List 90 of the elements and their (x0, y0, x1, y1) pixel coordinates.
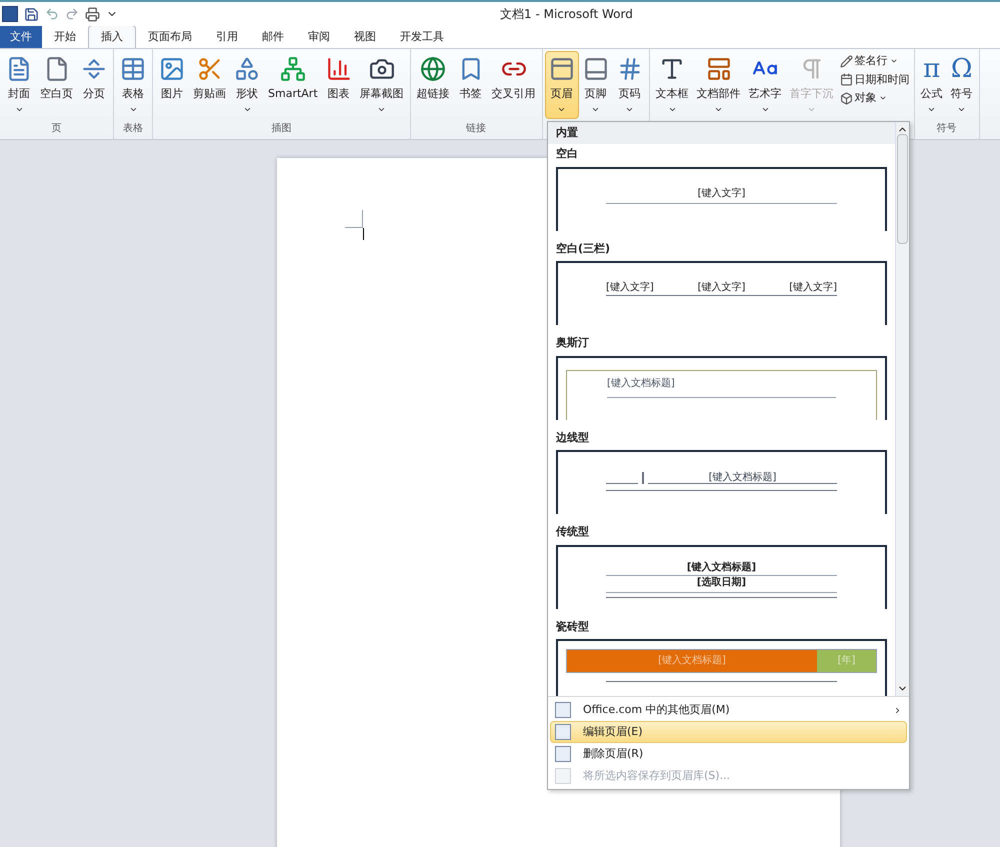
group-label: 链接 (465, 122, 488, 136)
menu-item[interactable]: Office.com 中的其他页眉(M) (550, 699, 907, 721)
ribbon-small-button[interactable]: 对象 (838, 90, 912, 106)
ribbon-button[interactable]: 剪贴画 (189, 51, 230, 119)
cube-icon (840, 92, 853, 105)
bar-chart-icon (326, 56, 352, 82)
symbol-glyph: π (923, 54, 940, 84)
menu-item[interactable]: 编辑页眉(E) (550, 721, 907, 743)
ribbon-button[interactable]: 页脚 (578, 51, 613, 119)
gallery-label: 传统型 (554, 524, 590, 540)
ribbon-button[interactable]: 文本框 (652, 51, 693, 119)
ribbon-button[interactable]: 页码 (612, 51, 647, 119)
ribbon-button[interactable]: 超链接 (412, 51, 454, 119)
preview-text: [键入文档标题] (607, 378, 676, 388)
ribbon-button[interactable]: 表格 (116, 51, 150, 119)
ribbon-tab[interactable]: 文件 (0, 26, 42, 48)
group-label: 页 (50, 122, 62, 136)
preview-text: [键入文字] (698, 188, 746, 198)
ribbon-button[interactable]: 空白页 (36, 51, 77, 119)
header-preview[interactable]: [键入文档标题] [选取日期] (556, 544, 887, 608)
ribbon-button[interactable]: 图片 (155, 51, 189, 119)
ribbon-button[interactable]: 屏幕截图 (356, 51, 408, 119)
preview-text: [键入文字] (698, 283, 746, 293)
group-label: 插图 (270, 122, 292, 136)
text-cursor-icon (363, 228, 364, 240)
ribbon-tab[interactable]: 邮件 (250, 26, 296, 48)
gallery-label: 空白 (555, 146, 579, 162)
gallery-label: 边线型 (555, 430, 590, 446)
ribbon-button[interactable]: 形状 (230, 51, 264, 119)
ribbon-button[interactable]: Ω 符号 (946, 51, 977, 119)
ribbon-button[interactable]: 艺术字 (744, 51, 786, 119)
picture-icon (159, 56, 185, 82)
menu-item-icon (555, 702, 571, 718)
ribbon-button[interactable]: 图表 (322, 51, 356, 119)
ribbon-tab[interactable]: 插入 (88, 25, 136, 48)
table-icon (120, 56, 146, 82)
gallery-label: 瓷砖型 (555, 618, 590, 634)
header-preview[interactable]: [键入文字] [键入文字] [键入文字] (556, 261, 887, 325)
ribbon-button[interactable]: 页眉 (544, 51, 579, 119)
save-icon[interactable] (24, 6, 39, 22)
menu-item-icon (555, 746, 571, 762)
gallery-label: 奥斯汀 (555, 335, 590, 351)
print-preview-icon[interactable] (85, 6, 100, 22)
preview-text: [键入文档标题] (658, 656, 726, 666)
ribbon-tab[interactable]: 引用 (204, 26, 250, 48)
ribbon-button[interactable]: π 公式 (916, 51, 947, 119)
shapes-icon (234, 56, 260, 82)
ribbon-button[interactable]: 分页 (77, 51, 111, 119)
symbol-glyph: Ω (950, 54, 972, 84)
header-preview[interactable]: [键入文字] (556, 166, 887, 230)
diagram-icon (280, 56, 306, 82)
ribbon-tab[interactable]: 开发工具 (388, 26, 456, 48)
pencil-icon (840, 54, 853, 68)
menu-item-icon (555, 768, 571, 784)
footer-icon (582, 56, 609, 82)
scrollbar[interactable] (895, 122, 909, 696)
ribbon-button[interactable]: 文档部件 (692, 51, 745, 119)
section-header: 内置 (548, 122, 895, 144)
ribbon-tab[interactable]: 审阅 (296, 26, 342, 48)
menu-item[interactable]: 删除页眉(R) (550, 743, 907, 765)
calendar-icon (840, 73, 853, 86)
ribbon-button[interactable]: 交叉引用 (488, 51, 540, 119)
ribbon-tab[interactable]: 页面布局 (136, 26, 204, 48)
scrollbar-thumb[interactable] (897, 134, 908, 244)
ribbon-button[interactable]: SmartArt (264, 51, 322, 119)
ribbon-small-button[interactable]: 签名行 (838, 53, 912, 70)
header-preview[interactable]: [键入文档标题] (556, 450, 887, 514)
margin-corner-icon (345, 210, 363, 228)
gallery-label: 空白(三栏) (555, 240, 612, 256)
menu-item-icon (555, 724, 571, 740)
ribbon-tab[interactable]: 开始 (42, 26, 88, 48)
header-icon (548, 56, 575, 82)
preview-text: [键入文档标题] (708, 473, 776, 483)
layout-icon (706, 56, 732, 82)
preview-text: [键入文档标题] (686, 562, 756, 572)
preview-text: [年] (838, 656, 856, 666)
ribbon-button[interactable]: 封面 (2, 51, 36, 119)
ribbon-tab[interactable]: 视图 (342, 26, 388, 48)
globe-icon (420, 56, 446, 82)
app-logo-icon (2, 6, 18, 22)
preview-text: [键入文字] (789, 283, 837, 293)
group-label: 符号 (936, 122, 958, 136)
scissors-icon (196, 56, 222, 82)
header-preview[interactable]: [键入文档标题] (556, 356, 887, 420)
window-title: 文档1 - Microsoft Word (500, 6, 633, 23)
preview-text: [键入文字] (606, 283, 654, 293)
ribbon-small-button[interactable]: 日期和时间 (838, 72, 912, 88)
ribbon-button[interactable]: 书签 (454, 51, 488, 119)
preview-text: [选取日期] (696, 578, 746, 588)
group-label: 表格 (122, 122, 144, 136)
